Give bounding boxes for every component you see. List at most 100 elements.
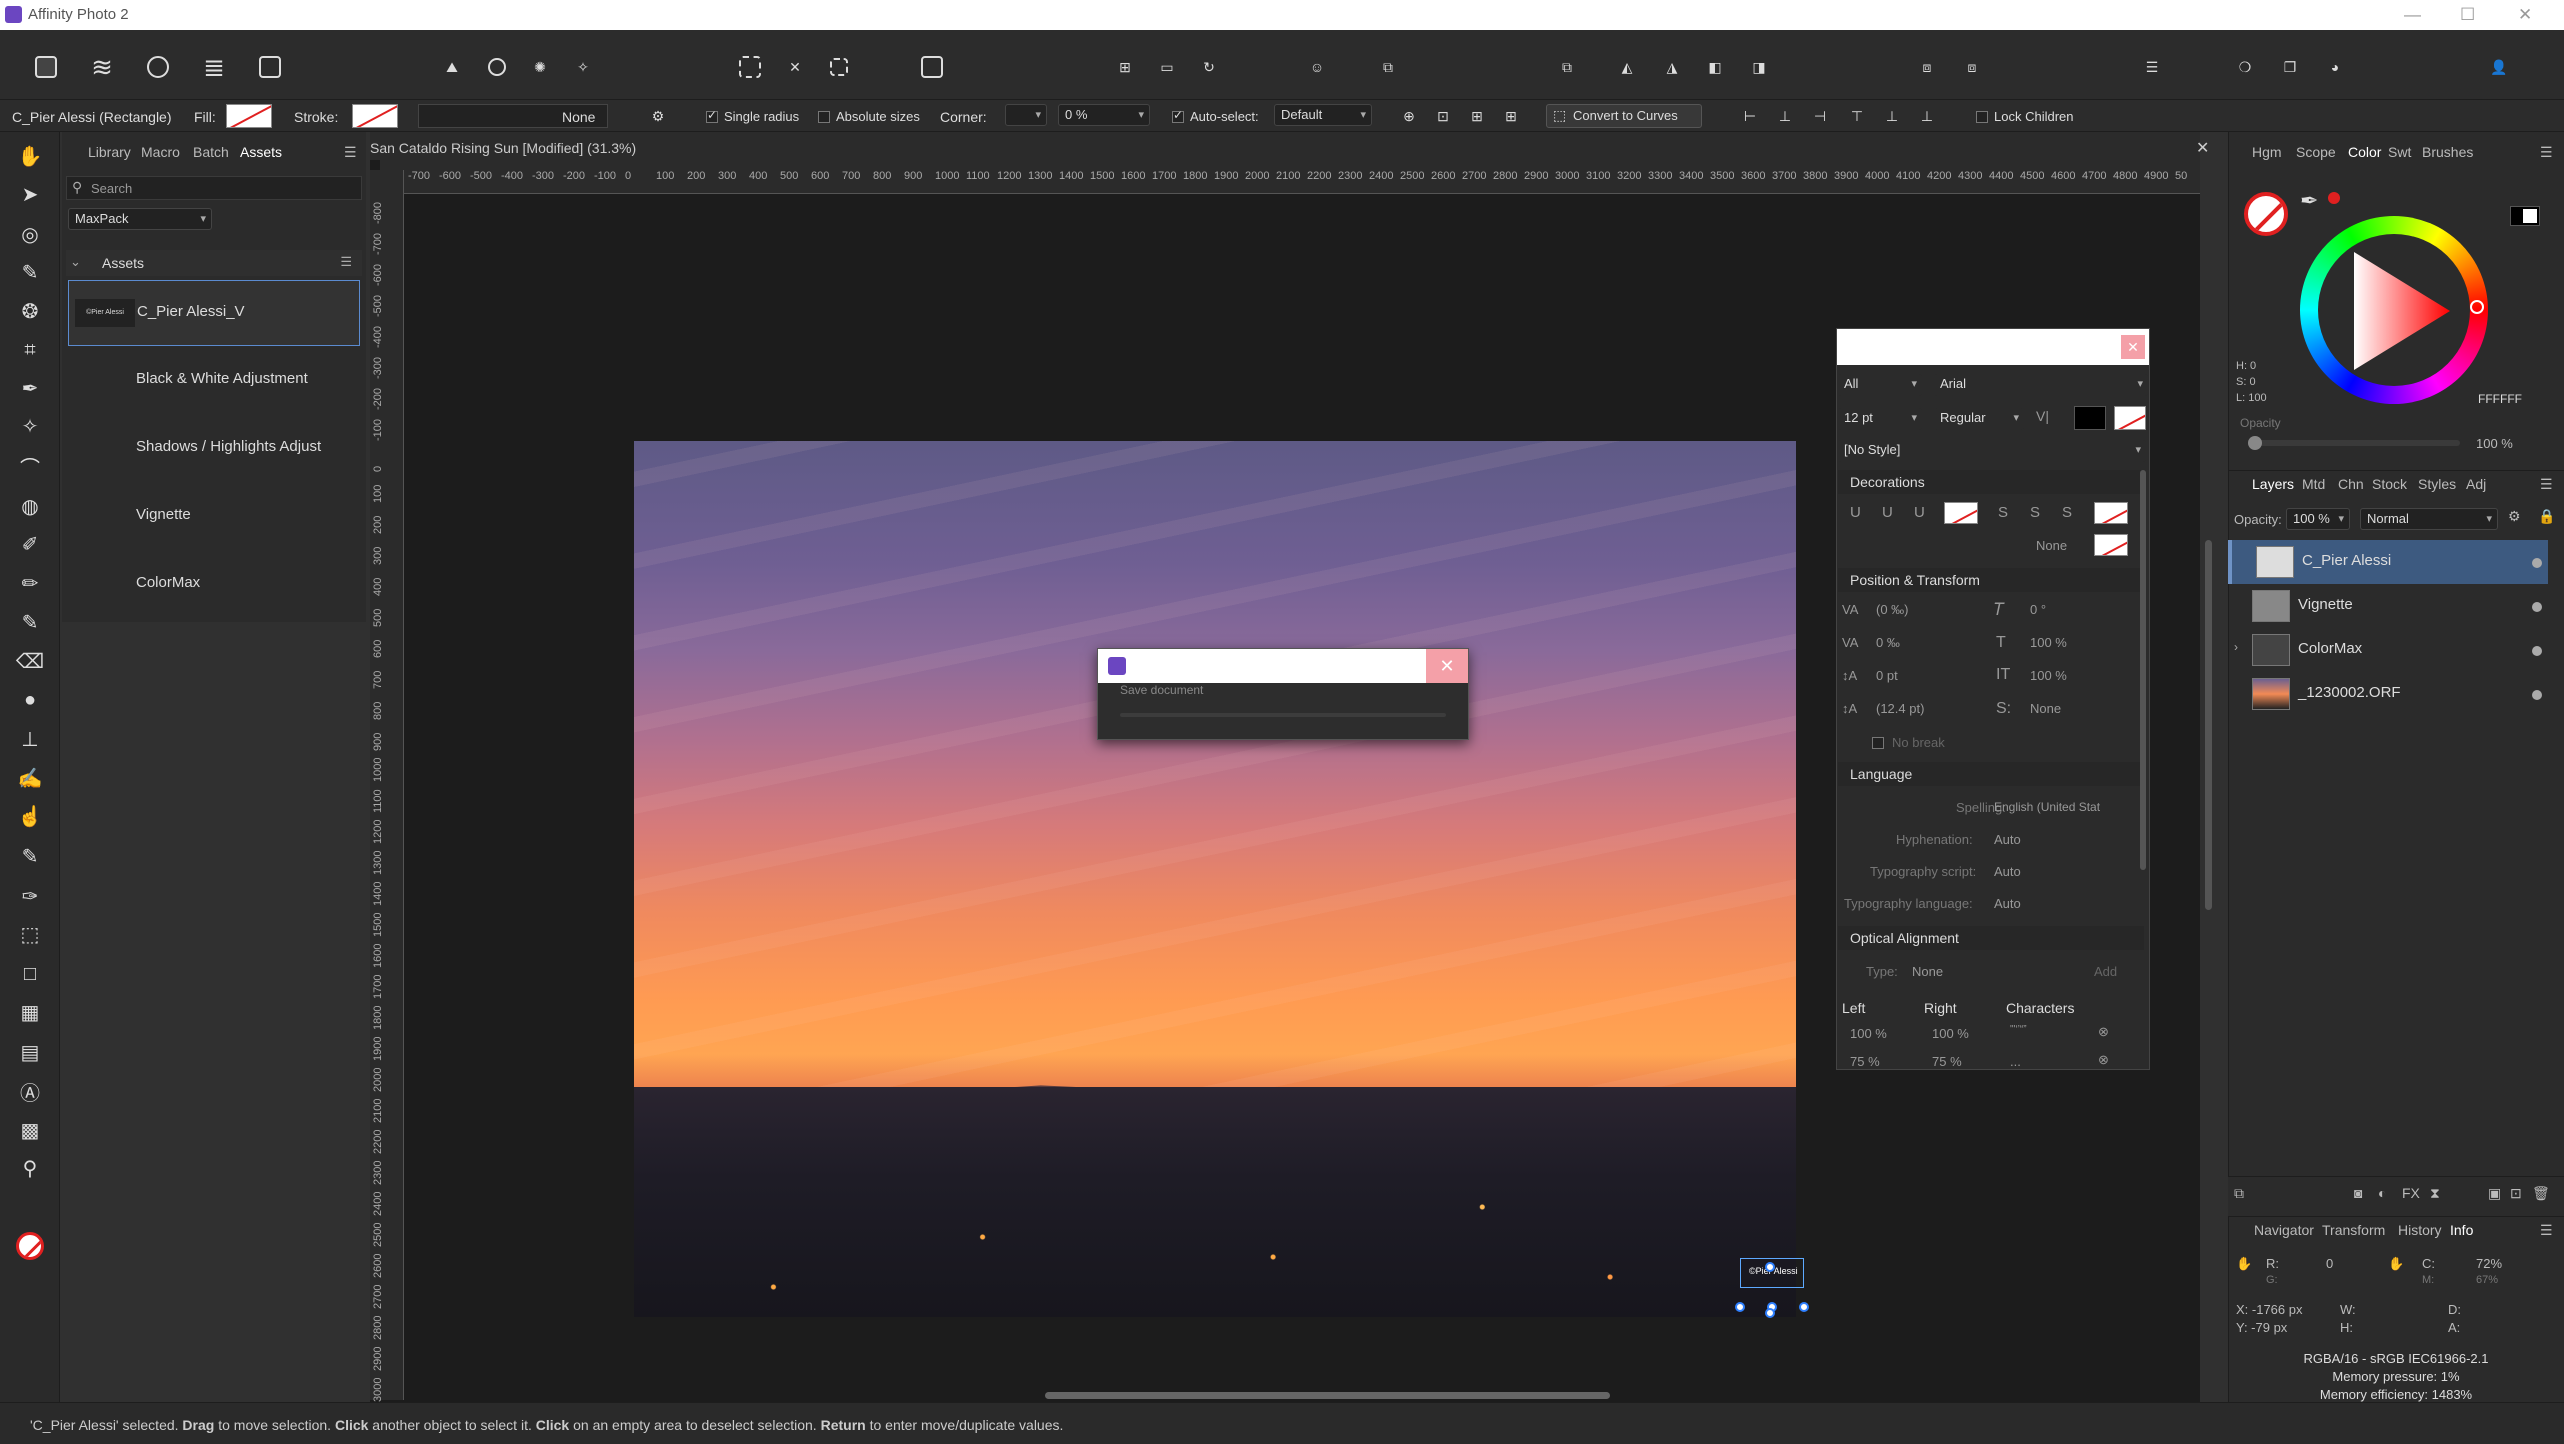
double-underline-icon[interactable]: U xyxy=(1882,504,1893,521)
remove-row-icon[interactable]: ⊗ xyxy=(2098,1024,2109,1040)
clone-tool-icon[interactable]: ⊥ xyxy=(14,723,46,755)
text-color-swatch[interactable] xyxy=(2074,406,2106,430)
add-layer-icon[interactable]: ▣ xyxy=(2488,1185,2501,1202)
caps-value[interactable]: None xyxy=(2030,701,2061,716)
typography-script-dropdown[interactable]: Auto xyxy=(1994,864,2021,879)
align-right-icon[interactable]: ⊣ xyxy=(1803,99,1837,133)
font-size-dropdown[interactable]: 12 pt xyxy=(1838,408,1922,430)
asset-item[interactable]: Vignette xyxy=(68,484,360,550)
lock-children-checkbox[interactable] xyxy=(1976,111,1988,123)
no-break-checkbox[interactable] xyxy=(1872,737,1884,749)
panel-menu-icon[interactable]: ☰ xyxy=(344,144,357,161)
align-middle-icon[interactable]: ⊥ xyxy=(1875,99,1909,133)
rectangle-tool-icon[interactable]: □ xyxy=(14,958,46,990)
magic-wand-icon[interactable]: ✧ xyxy=(14,410,46,442)
move-tool-icon[interactable]: ➤ xyxy=(14,178,46,210)
optical-row-left[interactable]: 100 % xyxy=(1850,1026,1887,1041)
liquify-persona-icon[interactable]: ≋ xyxy=(85,50,119,84)
color-opacity-value[interactable]: 100 % xyxy=(2476,436,2513,451)
tab-navigator[interactable]: Navigator xyxy=(2254,1222,2314,1238)
font-weight-dropdown[interactable]: Regular xyxy=(1934,408,2024,430)
layer-row[interactable]: _1230002.ORF xyxy=(2228,672,2548,716)
optical-row-right[interactable]: 75 % xyxy=(1932,1054,1962,1069)
account-icon[interactable]: 👤 xyxy=(2482,50,2516,84)
fx-icon[interactable]: FX xyxy=(2402,1185,2420,1201)
align-bottom-icon[interactable]: ⊥ xyxy=(1910,99,1944,133)
character-panel-close-button[interactable]: ✕ xyxy=(2121,335,2145,359)
hue-handle[interactable] xyxy=(2470,300,2484,314)
boolean-add-icon[interactable]: ⧈ xyxy=(1910,50,1944,84)
tab-transform[interactable]: Transform xyxy=(2322,1222,2385,1238)
fill-swatch[interactable] xyxy=(226,104,272,128)
fill-stroke-swatch[interactable] xyxy=(2244,192,2288,236)
export-persona-icon[interactable] xyxy=(253,50,287,84)
optical-row-right[interactable]: 100 % xyxy=(1932,1026,1969,1041)
auto-contrast-icon[interactable]: ✧ xyxy=(566,50,600,84)
sharpen-tool-icon[interactable]: ✎ xyxy=(14,840,46,872)
asset-category-dropdown[interactable]: MaxPack xyxy=(68,208,212,230)
paint-brush-icon[interactable]: ✐ xyxy=(14,528,46,560)
split-view-icon[interactable]: ❐ xyxy=(2273,50,2307,84)
fit-icon[interactable]: ⊡ xyxy=(1426,99,1460,133)
strikethrough-icon[interactable]: S xyxy=(1998,504,2008,521)
view-tool-icon[interactable]: ✋ xyxy=(14,140,46,172)
arrange-back-icon[interactable]: ⧉ xyxy=(1550,50,1584,84)
optical-type-dropdown[interactable]: None xyxy=(1912,964,1943,979)
chevron-right-icon[interactable]: › xyxy=(2234,640,2238,654)
pixel-view-icon[interactable]: ❍ xyxy=(2228,50,2262,84)
auto-levels-icon[interactable] xyxy=(480,50,514,84)
optical-add-button[interactable]: Add xyxy=(2094,964,2117,979)
convert-to-curves-button[interactable]: ⬚ Convert to Curves xyxy=(1546,104,1702,128)
rotate-icon[interactable]: ↻ xyxy=(1192,50,1226,84)
optical-alignment-header[interactable]: Optical Alignment xyxy=(1838,926,2144,950)
selection-marquee-icon[interactable] xyxy=(733,50,767,84)
live-filter-icon[interactable]: ⧗ xyxy=(2430,1185,2440,1202)
rotation-handle[interactable] xyxy=(1765,1262,1775,1272)
auto-select-dropdown[interactable]: Default xyxy=(1274,104,1372,126)
resize-handle[interactable] xyxy=(1735,1302,1745,1312)
hyphenation-dropdown[interactable]: Auto xyxy=(1994,832,2021,847)
layer-visibility-icon[interactable] xyxy=(2532,558,2542,568)
tab-layers[interactable]: Layers xyxy=(2252,476,2294,492)
pixel-tool-icon[interactable]: ✏ xyxy=(14,567,46,599)
layer-panels-icon[interactable]: ⧉ xyxy=(2234,1185,2244,1202)
horizontal-scrollbar[interactable] xyxy=(1045,1392,1610,1399)
font-collection-dropdown[interactable]: All xyxy=(1838,374,1922,396)
font-family-dropdown[interactable]: Arial xyxy=(1934,374,2148,396)
tab-color[interactable]: Color xyxy=(2348,144,2381,160)
kerning-value[interactable]: 0 ‰ xyxy=(1876,635,1900,650)
color-toggle-swatch[interactable] xyxy=(2510,206,2540,226)
mesh-warp-icon[interactable]: ❂ xyxy=(14,295,46,327)
close-window-icon[interactable]: ✕ xyxy=(2518,5,2532,25)
double-strikethrough-icon[interactable]: S xyxy=(2030,504,2040,521)
color-picker-icon[interactable]: ✒ xyxy=(2300,188,2318,214)
corner-value-input[interactable]: 0 % xyxy=(1058,104,1150,126)
optical-row-left[interactable]: 75 % xyxy=(1850,1054,1880,1069)
layer-visibility-icon[interactable] xyxy=(2532,690,2542,700)
assets-section-header[interactable]: ⌄ Assets ☰ xyxy=(66,250,362,276)
blend-mode-dropdown[interactable]: Normal xyxy=(2360,508,2498,530)
duplicate-layer-icon[interactable]: ⊡ xyxy=(2510,1185,2522,1202)
artistic-text-icon[interactable]: Ⓐ xyxy=(14,1075,46,1107)
auto-color-icon[interactable]: ✺ xyxy=(523,50,557,84)
underline-color-swatch[interactable] xyxy=(1944,502,1978,524)
tab-assets[interactable]: Assets xyxy=(240,144,282,160)
optical-row-chars[interactable]: "'‘’“” xyxy=(2010,1024,2027,1035)
node-tool-icon[interactable]: ⬚ xyxy=(14,918,46,950)
tab-swatches[interactable]: Swt xyxy=(2388,144,2411,160)
strike-style-icon[interactable]: S xyxy=(2062,504,2072,521)
deselect-icon[interactable]: ✕ xyxy=(778,50,812,84)
layer-row[interactable]: Vignette xyxy=(2228,584,2548,628)
info-menu-icon[interactable]: ☰ xyxy=(2540,1222,2553,1239)
tab-library[interactable]: Library xyxy=(88,144,131,160)
healing-brush-icon[interactable]: ✍ xyxy=(14,762,46,794)
auto-select-checkbox[interactable] xyxy=(1172,108,1184,123)
blend-options-gear-icon[interactable]: ⚙ xyxy=(2508,508,2521,525)
layer-opacity-dropdown[interactable]: 100 % xyxy=(2286,508,2350,530)
text-style-dropdown[interactable]: [No Style] xyxy=(1838,440,2146,462)
flood-fill-icon[interactable]: ◍ xyxy=(14,490,46,522)
asset-item[interactable]: Black & White Adjustment xyxy=(68,348,360,414)
erase-tool-icon[interactable]: ⌫ xyxy=(14,645,46,677)
vertical-scrollbar[interactable] xyxy=(2205,540,2212,910)
color-picker-tool-icon[interactable]: ✎ xyxy=(14,256,46,288)
